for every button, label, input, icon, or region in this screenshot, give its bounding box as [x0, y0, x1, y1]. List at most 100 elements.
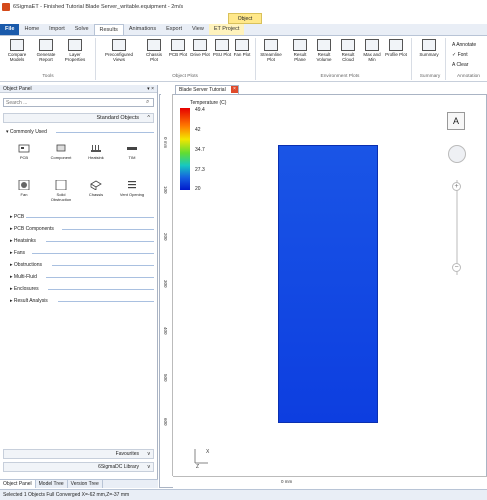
category-pcb-components[interactable]: ▸ PCB Components — [10, 226, 54, 232]
title-bar: 6SigmaET - Finished Tutorial Blade Serve… — [0, 0, 487, 13]
font-button[interactable]: ✓ Font — [452, 52, 468, 58]
chassis-plot-button[interactable]: Chassis Plot — [142, 39, 166, 73]
ribbon-separator — [445, 38, 446, 80]
ruler-label: 500 — [163, 374, 168, 382]
legend-label: 42 — [195, 127, 201, 133]
generate-report-button[interactable]: Generate Report — [34, 39, 58, 73]
tab-import[interactable]: Import — [44, 24, 70, 35]
layer-properties-button[interactable]: Layer Properties — [63, 39, 87, 73]
tab-view[interactable]: View — [187, 24, 209, 35]
streamline-plot-button[interactable]: Streamline Plot — [259, 39, 283, 73]
divider — [52, 265, 154, 266]
object-vent-opening[interactable]: Vent Opening — [118, 180, 146, 198]
object-panel-header: Object Panel ▾ × — [0, 85, 157, 93]
tab-object-panel[interactable]: Object Panel — [0, 480, 36, 488]
legend-label: 49.4 — [195, 107, 205, 113]
tab-animations[interactable]: Animations — [124, 24, 161, 35]
tab-model-tree[interactable]: Model Tree — [36, 480, 68, 488]
document-tab[interactable]: Blade Server Tutorial — [175, 85, 239, 94]
component-icon — [56, 144, 66, 152]
tim-icon — [127, 147, 137, 150]
summary-icon — [422, 39, 436, 51]
ruler-label: 400 — [163, 327, 168, 335]
divider — [26, 217, 154, 218]
group-tools: Tools — [42, 74, 54, 79]
group-annotation: Annotation — [457, 74, 480, 79]
category-obstructions[interactable]: ▸ Obstructions — [10, 262, 42, 268]
compare-models-button[interactable]: Compare Models — [5, 39, 29, 73]
preconfigured-views-button[interactable]: Preconfigured Views — [105, 39, 133, 73]
zoom-out-button[interactable]: − — [452, 263, 461, 272]
ruler-label: 200 — [163, 233, 168, 241]
zoom-in-button[interactable]: + — [452, 182, 461, 191]
tab-export[interactable]: Export — [161, 24, 187, 35]
summary-button[interactable]: Summary — [417, 39, 441, 73]
library-bar[interactable]: 6SigmaDC Library v — [3, 462, 154, 472]
profile-plot-button[interactable]: Profile Plot — [384, 39, 408, 73]
tab-et-project[interactable]: ET Project — [208, 24, 245, 35]
views-icon — [112, 39, 126, 51]
category-enclosures[interactable]: ▸ Enclosures — [10, 286, 39, 292]
layers-icon — [68, 39, 82, 51]
max-and-min-button[interactable]: Max and Min — [360, 39, 384, 73]
category-fans[interactable]: ▸ Fans — [10, 250, 25, 256]
tab-solve[interactable]: Solve — [70, 24, 94, 35]
psu-plot-icon — [215, 39, 229, 51]
zoom-slider[interactable] — [456, 180, 458, 275]
vent-icon — [128, 181, 136, 189]
orbit-control[interactable] — [448, 145, 466, 163]
ruler-label: 0 mm — [163, 137, 168, 149]
report-icon — [39, 39, 53, 51]
horizontal-ruler — [173, 476, 487, 488]
tab-file[interactable]: File — [0, 24, 20, 35]
ribbon-separator — [411, 38, 412, 80]
window-title: 6SigmaET - Finished Tutorial Blade Serve… — [13, 3, 184, 10]
axis-z-label: Z — [196, 464, 199, 469]
object-solid-obstruction[interactable]: Solid Obstruction — [47, 180, 75, 202]
result-volume-button[interactable]: Result Volume — [312, 39, 336, 73]
heatsink-icon — [91, 145, 101, 152]
annotate-button[interactable]: A Annotate — [452, 42, 476, 48]
result-plane-button[interactable]: Result Plane — [288, 39, 312, 73]
expand-icon: v — [147, 464, 151, 470]
standard-objects-bar[interactable]: Standard Objects ^ — [3, 113, 154, 123]
ruler-label: 300 — [163, 280, 168, 288]
result-cloud-button[interactable]: Result Cloud — [336, 39, 360, 73]
object-chassis[interactable]: Chassis — [82, 180, 110, 198]
category-result-analysis[interactable]: ▸ Result Analysis — [10, 298, 48, 304]
search-icon[interactable]: ⌕ — [146, 99, 149, 106]
ribbon-separator — [95, 38, 96, 80]
fan-plot-button[interactable]: Fan Plot — [230, 39, 254, 73]
app-icon[interactable] — [2, 2, 10, 11]
pcb-plot-button[interactable]: PCB Plot — [166, 39, 190, 73]
drive-plot-button[interactable]: Drive Plot — [188, 39, 212, 73]
blade-server-model[interactable] — [278, 145, 378, 423]
tab-results[interactable]: Results — [93, 24, 124, 35]
panel-controls[interactable]: ▾ × — [147, 85, 154, 93]
close-icon[interactable]: × — [231, 86, 238, 93]
object-heatsink[interactable]: Heatsink — [82, 143, 110, 161]
legend-label: 34.7 — [195, 147, 205, 153]
streamline-icon — [264, 39, 278, 51]
category-multi-fluid[interactable]: ▸ Multi-Fluid — [10, 274, 37, 280]
ribbon: Compare Models Generate Report Layer Pro… — [0, 36, 487, 82]
category-pcb[interactable]: ▸ PCB — [10, 214, 24, 220]
view-cube[interactable]: A — [447, 112, 465, 130]
category-heatsinks[interactable]: ▸ Heatsinks — [10, 238, 36, 244]
search-input[interactable] — [3, 98, 154, 107]
object-tim[interactable]: TIM — [118, 143, 146, 161]
object-fan[interactable]: Fan — [10, 180, 38, 198]
legend-title: Temperature (C) — [190, 100, 227, 106]
group-environment-plots: Environment Plots — [320, 74, 360, 79]
status-bar: Selected 1 Objects Full Converged X=-62 … — [0, 489, 487, 500]
result-plane-icon — [293, 39, 307, 51]
ruler-label: 600 — [163, 418, 168, 426]
tab-version-tree[interactable]: Version Tree — [68, 480, 103, 488]
tab-home[interactable]: Home — [19, 24, 44, 35]
object-pcb[interactable]: PCB — [10, 143, 38, 161]
commonly-used-header[interactable]: ▾ Commonly Used — [6, 129, 47, 135]
favourites-bar[interactable]: Favourites v — [3, 449, 154, 459]
legend-label: 27.3 — [195, 167, 205, 173]
object-component[interactable]: Component — [47, 143, 75, 161]
clear-button[interactable]: A Clear — [452, 62, 468, 68]
